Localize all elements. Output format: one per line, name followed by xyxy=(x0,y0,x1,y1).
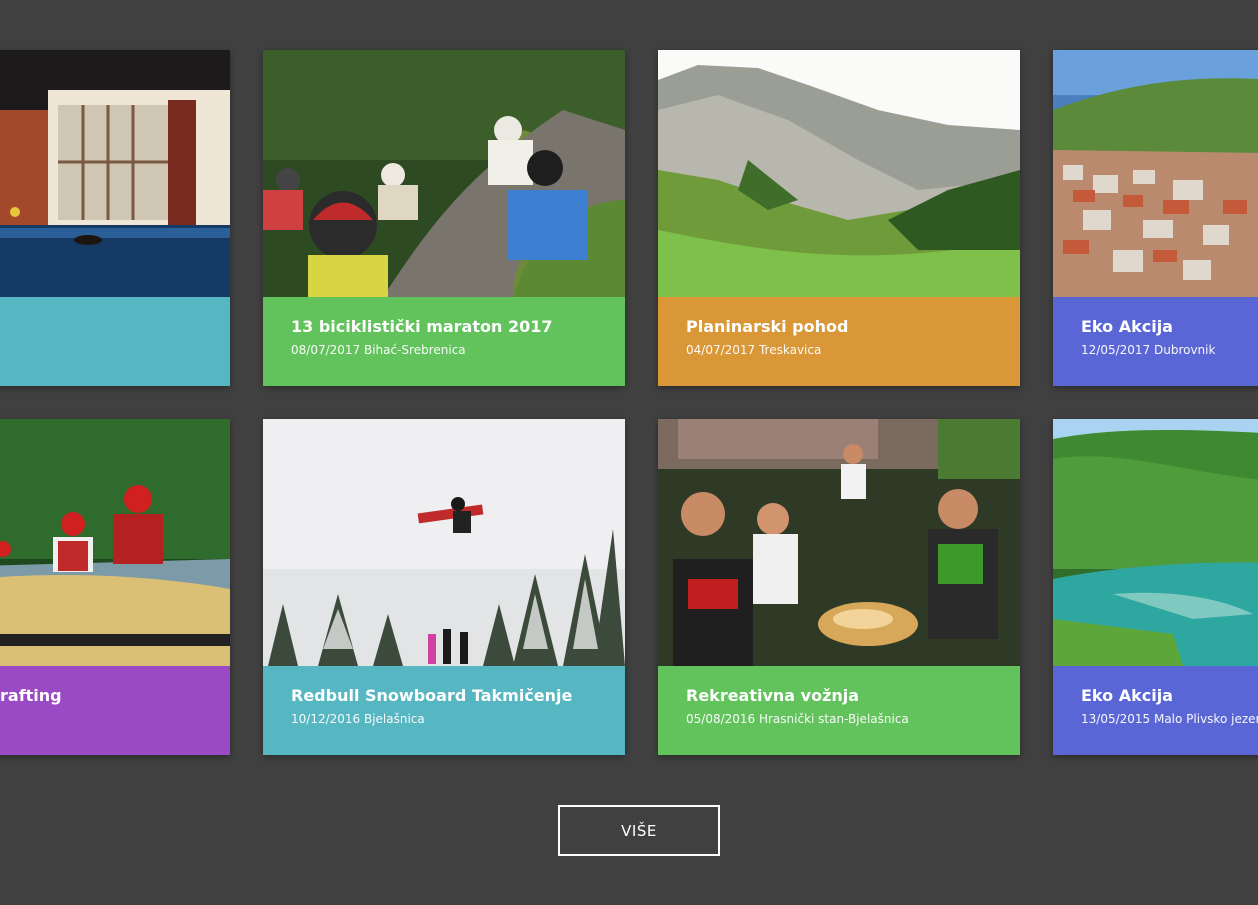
event-meta: 12/05/2017 Dubrovnik xyxy=(1081,343,1216,357)
event-title: 13 biciklistički maraton 2017 xyxy=(291,317,553,336)
event-card-caption xyxy=(0,297,230,386)
event-card-hiking[interactable]: Planinarski pohod 04/07/2017 Treskavica xyxy=(658,50,1020,386)
event-meta: 10/12/2016 Bjelašnica xyxy=(291,712,425,726)
event-card-caption: Eko Akcija 13/05/2015 Malo Plivsko jezer… xyxy=(1053,666,1258,755)
event-meta: 05/08/2016 Hrasnički stan-Bjelašnica xyxy=(686,712,909,726)
rafting-icon xyxy=(0,419,230,666)
event-title: Eko Akcija xyxy=(1081,686,1173,705)
event-title: Eko Akcija xyxy=(1081,317,1173,336)
event-card-eco-dubrovnik[interactable]: Eko Akcija 12/05/2017 Dubrovnik xyxy=(1053,50,1258,386)
event-meta: 13/05/2015 Malo Plivsko jezero xyxy=(1081,712,1258,726)
event-meta: 08/07/2017 Bihać-Srebrenica xyxy=(291,343,466,357)
cyclists-icon xyxy=(263,50,625,297)
event-card-caption: Planinarski pohod 04/07/2017 Treskavica xyxy=(658,297,1020,386)
event-card-caption: Eko Akcija 12/05/2017 Dubrovnik xyxy=(1053,297,1258,386)
event-title: Rekreativna vožnja xyxy=(686,686,860,705)
mountain-icon xyxy=(658,50,1020,297)
event-card-eco-plivsko[interactable]: Eko Akcija 13/05/2015 Malo Plivsko jezer… xyxy=(1053,419,1258,755)
lake-icon xyxy=(1053,419,1258,666)
event-card-snowboard[interactable]: Redbull Snowboard Takmičenje 10/12/2016 … xyxy=(263,419,625,755)
events-grid: 13 biciklistički maraton 2017 08/07/2017… xyxy=(0,0,1258,905)
event-card-caption: 13 biciklistički maraton 2017 08/07/2017… xyxy=(263,297,625,386)
event-title: rafting xyxy=(0,686,62,705)
event-title: Planinarski pohod xyxy=(686,317,849,336)
event-card-caption: Redbull Snowboard Takmičenje 10/12/2016 … xyxy=(263,666,625,755)
event-card-caption: Rekreativna vožnja 05/08/2016 Hrasnički … xyxy=(658,666,1020,755)
event-card-caption: rafting xyxy=(0,666,230,755)
pool-icon xyxy=(0,50,230,297)
picnic-icon xyxy=(658,419,1020,666)
more-button[interactable]: VIŠE xyxy=(558,805,720,856)
event-card-pool[interactable] xyxy=(0,50,230,386)
event-card-recreational-ride[interactable]: Rekreativna vožnja 05/08/2016 Hrasnički … xyxy=(658,419,1020,755)
city-icon xyxy=(1053,50,1258,297)
event-title: Redbull Snowboard Takmičenje xyxy=(291,686,573,705)
snowboard-icon xyxy=(263,419,625,666)
event-meta: 04/07/2017 Treskavica xyxy=(686,343,822,357)
event-card-rafting[interactable]: rafting xyxy=(0,419,230,755)
event-card-cycling-marathon[interactable]: 13 biciklistički maraton 2017 08/07/2017… xyxy=(263,50,625,386)
